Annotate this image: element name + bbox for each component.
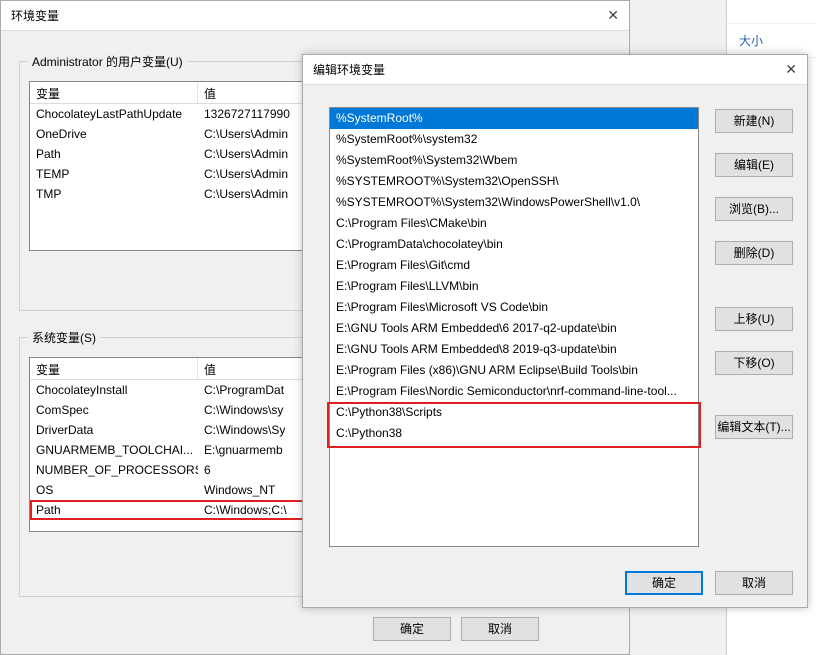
cell-var: OS [30,480,198,500]
cell-var: ChocolateyLastPathUpdate [30,104,198,124]
cell-var: TMP [30,184,198,204]
system-vars-label: 系统变量(S) [28,329,100,346]
close-icon[interactable]: ✕ [607,7,619,24]
cell-var: Path [30,500,198,520]
cell-var: DriverData [30,420,198,440]
edit-cancel-button[interactable]: 取消 [715,571,793,595]
browse-button[interactable]: 浏览(B)... [715,197,793,221]
cell-var: ChocolateyInstall [30,380,198,400]
env-ok-button[interactable]: 确定 [373,617,451,641]
list-item[interactable]: E:\Program Files\Microsoft VS Code\bin [330,297,698,318]
path-listbox[interactable]: %SystemRoot%%SystemRoot%\system32%System… [329,107,699,547]
list-item[interactable]: E:\GNU Tools ARM Embedded\6 2017-q2-upda… [330,318,698,339]
cell-var: Path [30,144,198,164]
new-button[interactable]: 新建(N) [715,109,793,133]
env-window-title: 环境变量 [11,7,59,24]
cell-var: TEMP [30,164,198,184]
movedown-button[interactable]: 下移(O) [715,351,793,375]
list-item[interactable]: C:\Python38 [330,423,698,444]
list-item[interactable]: %SystemRoot% [330,108,698,129]
list-item[interactable]: E:\Program Files\LLVM\bin [330,276,698,297]
edit-window-title: 编辑环境变量 [313,61,385,78]
edittext-button[interactable]: 编辑文本(T)... [715,415,793,439]
col-variable[interactable]: 变量 [30,358,198,379]
moveup-button[interactable]: 上移(U) [715,307,793,331]
list-item[interactable]: %SYSTEMROOT%\System32\OpenSSH\ [330,171,698,192]
right-panel-header: 大小 [727,24,816,58]
cell-var: NUMBER_OF_PROCESSORS [30,460,198,480]
list-item[interactable]: C:\Program Files\CMake\bin [330,213,698,234]
list-item[interactable]: %SystemRoot%\System32\Wbem [330,150,698,171]
delete-button[interactable]: 删除(D) [715,241,793,265]
edit-env-window: 编辑环境变量 ✕ %SystemRoot%%SystemRoot%\system… [302,54,808,608]
list-item[interactable]: E:\GNU Tools ARM Embedded\8 2019-q3-upda… [330,339,698,360]
env-window-titlebar: 环境变量 ✕ [1,1,629,31]
edit-window-titlebar: 编辑环境变量 ✕ [303,55,807,85]
edit-ok-button[interactable]: 确定 [625,571,703,595]
list-item[interactable]: E:\Program Files (x86)\GNU ARM Eclipse\B… [330,360,698,381]
env-cancel-button[interactable]: 取消 [461,617,539,641]
list-item[interactable]: E:\Program Files\Git\cmd [330,255,698,276]
edit-button[interactable]: 编辑(E) [715,153,793,177]
list-item[interactable]: %SYSTEMROOT%\System32\WindowsPowerShell\… [330,192,698,213]
list-item[interactable]: %SystemRoot%\system32 [330,129,698,150]
list-item[interactable]: C:\Python38\Scripts [330,402,698,423]
col-variable[interactable]: 变量 [30,82,198,103]
cell-var: ComSpec [30,400,198,420]
close-icon[interactable]: ✕ [785,61,797,78]
user-vars-label: Administrator 的用户变量(U) [28,53,187,70]
cell-var: OneDrive [30,124,198,144]
list-item[interactable]: C:\ProgramData\chocolatey\bin [330,234,698,255]
list-item[interactable]: E:\Program Files\Nordic Semiconductor\nr… [330,381,698,402]
cell-var: GNUARMEMB_TOOLCHAI... [30,440,198,460]
